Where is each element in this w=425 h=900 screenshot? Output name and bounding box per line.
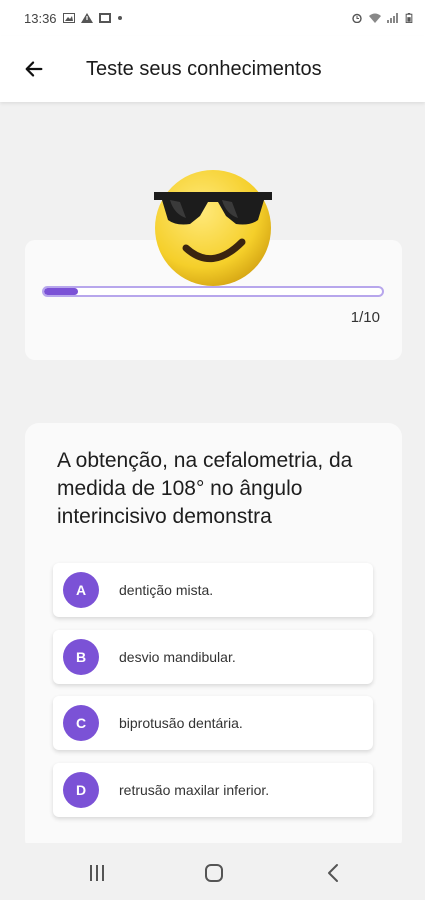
option-text: dentição mista. bbox=[119, 582, 214, 598]
battery-icon bbox=[405, 13, 413, 23]
option-d[interactable]: D retrusão maxilar inferior. bbox=[53, 763, 373, 817]
alarm-icon bbox=[352, 13, 362, 23]
recents-icon bbox=[90, 865, 104, 881]
status-time: 13:36 bbox=[24, 10, 57, 26]
option-text: desvio mandibular. bbox=[119, 649, 236, 665]
home-button[interactable] bbox=[189, 855, 239, 891]
option-letter-badge: D bbox=[63, 772, 99, 808]
option-a[interactable]: A dentição mista. bbox=[53, 563, 373, 617]
back-chevron-icon bbox=[328, 864, 338, 882]
alert-icon bbox=[80, 13, 93, 23]
dot-icon bbox=[117, 16, 122, 20]
progress-bar bbox=[42, 286, 384, 297]
sunglasses-emoji-icon bbox=[154, 170, 272, 286]
signal-icon bbox=[387, 13, 398, 23]
option-b[interactable]: B desvio mandibular. bbox=[53, 630, 373, 684]
status-bar: 13:36 bbox=[0, 0, 425, 36]
page-title: Teste seus conhecimentos bbox=[86, 57, 322, 80]
wifi-icon bbox=[369, 13, 381, 23]
nav-back-button[interactable] bbox=[308, 855, 358, 891]
option-c[interactable]: C biprotusão dentária. bbox=[53, 696, 373, 750]
option-text: biprotusão dentária. bbox=[119, 715, 243, 731]
option-letter-badge: C bbox=[63, 705, 99, 741]
recents-button[interactable] bbox=[72, 855, 122, 891]
app-bar: Teste seus conhecimentos bbox=[0, 36, 425, 102]
system-nav-bar bbox=[0, 843, 425, 900]
question-text: A obtenção, na cefalometria, da medida d… bbox=[57, 449, 353, 528]
option-letter-badge: A bbox=[63, 572, 99, 608]
progress-fill bbox=[44, 288, 78, 295]
status-left: 13:36 bbox=[24, 11, 123, 26]
option-text: retrusão maxilar inferior. bbox=[119, 782, 270, 798]
option-letter-badge: B bbox=[63, 639, 99, 675]
back-button[interactable] bbox=[0, 36, 68, 102]
gallery-icon bbox=[98, 13, 111, 23]
arrow-left-icon bbox=[25, 61, 43, 77]
status-right bbox=[351, 13, 413, 23]
progress-count: 1/10 bbox=[350, 309, 380, 326]
home-icon bbox=[205, 864, 223, 882]
image-icon bbox=[62, 13, 75, 23]
